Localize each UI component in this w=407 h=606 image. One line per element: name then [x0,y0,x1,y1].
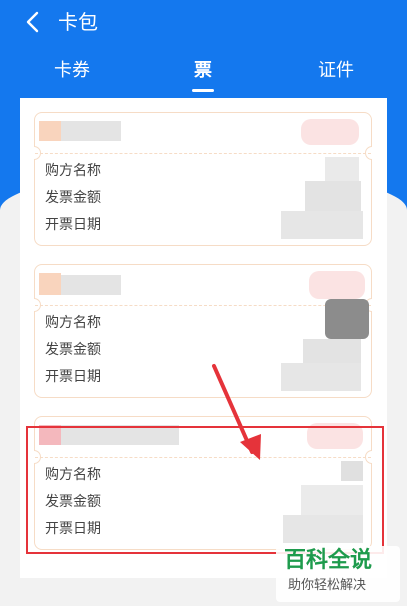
buyer-name-label: 购方名称 [45,163,101,179]
invoice-amount-label: 发票金额 [45,342,101,358]
ticket-badge-blurred [301,119,359,145]
ticket-logo-blurred [39,273,61,295]
watermark-title: 百科全说 [284,548,373,573]
invoice-date-label: 开票日期 [45,217,101,233]
buyer-name-value-blurred [325,299,369,339]
ticket-name-blurred [61,275,121,295]
tab-certificates[interactable]: 证件 [318,58,354,84]
tab-tickets[interactable]: 票 [194,58,212,84]
tab-coupons[interactable]: 卡券 [54,58,90,84]
invoice-amount-value-blurred [305,181,361,211]
invoice-ticket[interactable]: 购方名称 发票金额 开票日期 [34,112,372,246]
watermark: 百科全说 助你轻松解决 [276,546,400,602]
back-arrow-icon[interactable] [22,10,46,34]
buyer-name-label: 购方名称 [45,315,101,331]
ticket-logo-blurred [39,121,61,141]
active-tab-indicator [192,89,214,92]
tab-bar: 卡券 票 证件 [0,58,407,94]
ticket-divider [35,305,371,306]
invoice-amount-label: 发票金额 [45,190,101,206]
ticket-name-blurred [61,121,121,141]
invoice-date-value-blurred [281,211,363,239]
invoice-date-label: 开票日期 [45,369,101,385]
ticket-divider [35,153,371,154]
highlight-box [26,426,384,554]
page-title: 卡包 [58,10,98,34]
watermark-subtitle: 助你轻松解决 [288,578,367,593]
invoice-date-value-blurred [281,363,361,391]
ticket-badge-blurred [309,271,365,299]
